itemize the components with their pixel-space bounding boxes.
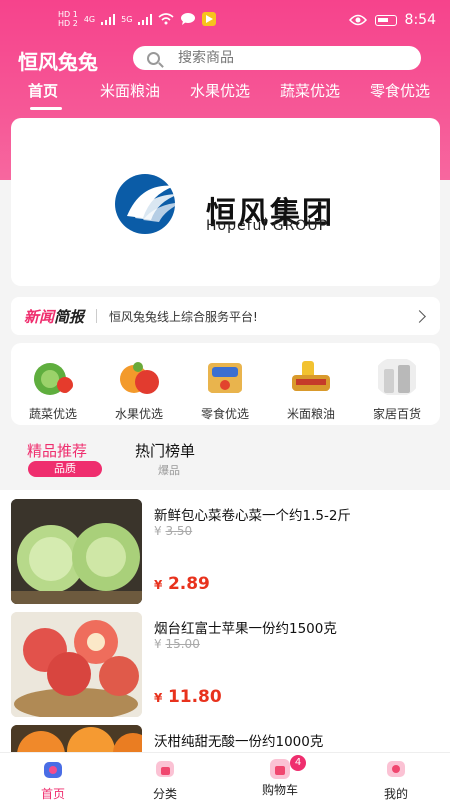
divider — [96, 309, 98, 323]
status-bar: HD 1 HD 2 4G 5G 8:54 — [0, 0, 450, 40]
fruit-icon — [120, 362, 159, 394]
tab-hot-list-subtitle: 爆品 — [158, 464, 180, 477]
profile-icon — [387, 761, 405, 777]
currency-symbol: ¥ — [154, 637, 162, 651]
category-label: 米面粮油 — [286, 407, 335, 421]
sale-price-value: 11.80 — [167, 687, 222, 707]
product-name: 新鲜包心菜卷心菜一个约1.5-2斤 — [154, 508, 351, 524]
category-vegetable[interactable]: 蔬菜优选 — [18, 357, 88, 422]
nav-category[interactable]: 分类 — [135, 759, 195, 800]
cart-icon: 4 — [270, 755, 306, 779]
search-input[interactable] — [178, 50, 378, 66]
product-image — [11, 725, 142, 752]
cabbage-image — [11, 499, 142, 604]
home-icon — [44, 762, 62, 778]
tab-home[interactable]: 首页 — [28, 80, 58, 101]
category-icon — [156, 761, 174, 777]
product-list: 新鲜包心菜卷心菜一个约1.5-2斤 ¥ 3.50 ¥ 2.89 烟台红富士苹果一… — [0, 490, 450, 752]
sale-price: ¥ 11.80 — [154, 687, 222, 707]
sim-indicator: HD 1 HD 2 — [58, 10, 78, 28]
product-name: 沃柑纯甜无酸一份约1000克 — [154, 734, 324, 750]
category-fruit[interactable]: 水果优选 — [104, 357, 174, 422]
currency-symbol: ¥ — [154, 524, 162, 538]
tab-fruit[interactable]: 水果优选 — [190, 80, 250, 101]
tab-hot-list[interactable]: 热门榜单 — [135, 440, 195, 461]
wifi-icon — [158, 13, 174, 25]
network-4g: 4G — [83, 14, 96, 24]
original-price: ¥ 15.00 — [154, 637, 200, 651]
nav-cart[interactable]: 4 购物车 — [250, 755, 310, 798]
cart-glyph-icon — [275, 766, 285, 775]
currency-symbol: ¥ — [154, 691, 163, 705]
original-price-value: 3.50 — [165, 524, 193, 538]
app-notification-icon — [202, 12, 217, 26]
news-headline: 恒风兔兔线上综合服务平台! — [109, 309, 258, 324]
news-ticker[interactable]: 新闻简报 恒风兔兔线上综合服务平台! — [11, 297, 440, 335]
news-tag-part2: 简报 — [54, 307, 85, 326]
chevron-right-icon[interactable] — [413, 309, 426, 323]
product-name: 烟台红富士苹果一份约1500克 — [154, 621, 337, 637]
cart-badge: 4 — [290, 755, 306, 771]
tab-featured[interactable]: 精品推荐 — [27, 440, 87, 461]
company-logo-icon — [115, 174, 183, 234]
hero-banner[interactable]: 恒风集团 Hopeful GROUP — [11, 118, 440, 286]
active-tab-indicator — [30, 107, 62, 110]
status-left: HD 1 HD 2 4G 5G — [58, 10, 217, 28]
category-grid: 蔬菜优选 水果优选 零食优选 米面粮油 家居百货 — [11, 343, 440, 425]
signal-icon-2 — [138, 13, 153, 25]
sale-price: ¥ 2.89 — [154, 574, 210, 594]
sim2-label: HD 2 — [58, 19, 78, 28]
category-label: 家居百货 — [372, 407, 421, 421]
nav-home[interactable]: 首页 — [23, 759, 83, 800]
cabbage-icon — [34, 363, 73, 395]
category-tabs: 首页 米面粮油 水果优选 蔬菜优选 零食优选 — [0, 80, 450, 110]
tab-snack[interactable]: 零食优选 — [370, 80, 430, 101]
sale-price-value: 2.89 — [167, 574, 210, 594]
news-tag: 新闻简报 — [24, 306, 84, 327]
tab-featured-subtitle: 品质 — [28, 461, 102, 477]
nav-me[interactable]: 我的 — [366, 759, 426, 800]
product-item[interactable]: 沃柑纯甜无酸一份约1000克 — [0, 716, 450, 752]
signal-icon — [101, 13, 116, 25]
category-label: 蔬菜优选 — [28, 407, 77, 421]
product-image — [11, 499, 142, 604]
nav-label: 我的 — [383, 787, 408, 800]
orange-image — [11, 725, 142, 752]
search-icon — [147, 51, 160, 65]
bottom-navigation: 首页 分类 4 购物车 我的 — [0, 752, 450, 800]
recommend-tabs: 精品推荐 品质 热门榜单 爆品 — [0, 430, 450, 485]
news-tag-part1: 新闻 — [24, 307, 55, 326]
sim1-label: HD 1 — [58, 10, 78, 19]
currency-symbol: ¥ — [154, 578, 163, 592]
nav-label: 购物车 — [261, 783, 298, 797]
original-price-value: 15.00 — [165, 637, 200, 651]
apple-image — [11, 612, 142, 717]
nav-label: 首页 — [40, 787, 65, 800]
grain-oil-icon — [292, 361, 330, 391]
tab-grain-oil[interactable]: 米面粮油 — [100, 80, 160, 101]
product-image — [11, 612, 142, 717]
nav-label: 分类 — [152, 787, 177, 800]
product-item[interactable]: 烟台红富士苹果一份约1500克 ¥ 15.00 ¥ 11.80 — [0, 603, 450, 717]
category-label: 水果优选 — [114, 407, 163, 421]
app-logo: 恒风兔兔 — [18, 50, 98, 74]
category-household[interactable]: 家居百货 — [362, 357, 432, 422]
household-icon — [378, 359, 416, 395]
original-price: ¥ 3.50 — [154, 524, 192, 538]
search-bar[interactable] — [133, 46, 421, 70]
battery-icon — [374, 14, 397, 26]
banner-company-name-en: Hopeful GROUP — [206, 218, 329, 234]
network-5g: 5G — [121, 14, 133, 24]
tab-vegetable[interactable]: 蔬菜优选 — [280, 80, 340, 101]
snack-icon — [208, 363, 242, 393]
clock: 8:54 — [404, 12, 436, 28]
category-label: 零食优选 — [200, 407, 249, 421]
status-right: 8:54 — [348, 12, 436, 28]
category-grain-oil[interactable]: 米面粮油 — [276, 357, 346, 422]
message-icon — [181, 13, 196, 25]
product-item[interactable]: 新鲜包心菜卷心菜一个约1.5-2斤 ¥ 3.50 ¥ 2.89 — [0, 490, 450, 604]
eye-icon — [348, 14, 367, 26]
category-snack[interactable]: 零食优选 — [190, 357, 260, 422]
